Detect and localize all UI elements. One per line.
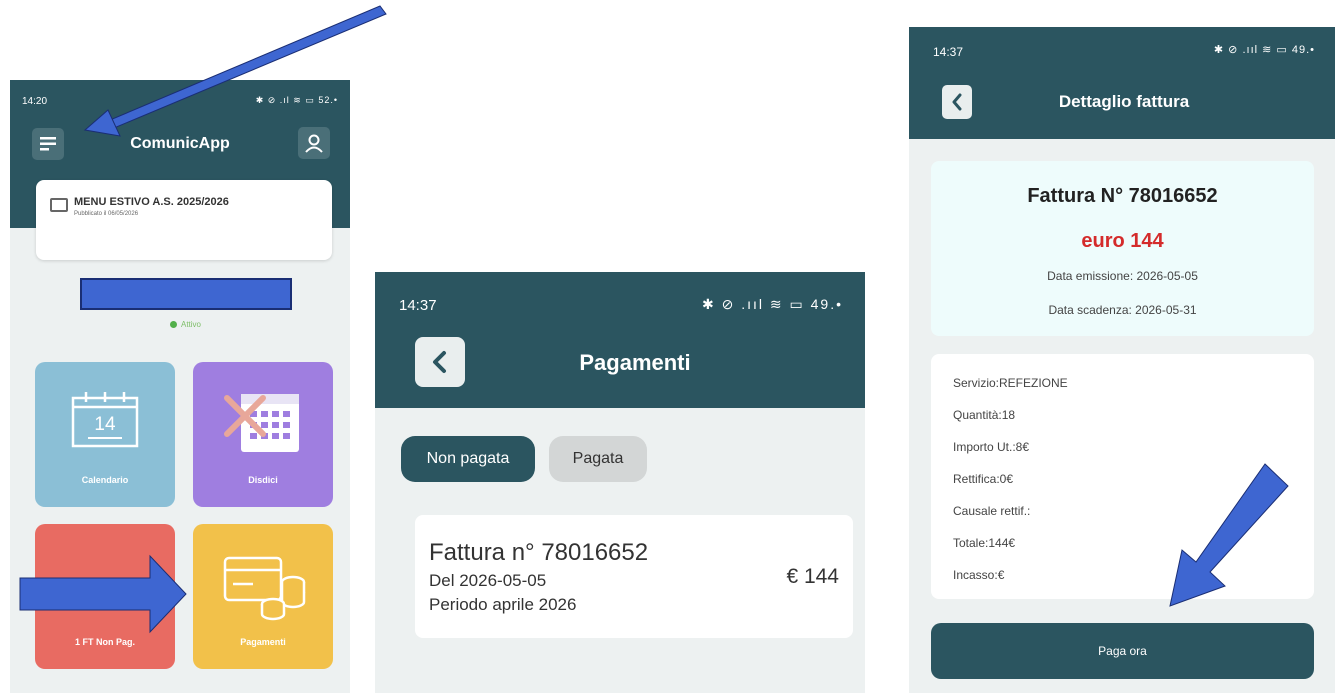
invoice-title: Fattura N° 78016652 — [1027, 185, 1218, 207]
tile-pagamenti[interactable]: Pagamenti — [193, 524, 333, 669]
news-card[interactable]: MENU ESTIVO A.S. 2025/2026 Pubblicato il… — [36, 180, 332, 260]
issue-date: Data emissione: 2026-05-05 — [1047, 269, 1198, 283]
tile-label: Calendario — [81, 475, 129, 485]
news-subtitle: Pubblicato il 06/05/2026 — [74, 211, 139, 217]
invoice-date: Del 2026-05-05 — [429, 571, 547, 590]
detail-totale: Totale:144€ — [953, 536, 1016, 550]
due-date: Data scadenza: 2026-05-31 — [1048, 303, 1197, 317]
status-icons: ✱ ⊘ .ıl ≋ ▭ 52.• — [255, 95, 338, 105]
detail-incasso: Incasso:€ — [953, 568, 1005, 582]
page-title: Dettaglio fattura — [1058, 92, 1190, 111]
cancel-calendar-icon — [224, 394, 299, 452]
calendar-day: 14 — [94, 414, 116, 435]
invoice-title: Fattura n° 78016652 — [429, 539, 649, 566]
status-label: Attivo — [181, 320, 202, 329]
invoice-details-card: Servizio:REFEZIONE Quantità:18 Importo U… — [931, 354, 1314, 599]
status-badge: Attivo — [170, 320, 201, 329]
invoice-detail-screen: 14:37 ✱ ⊘ .ııl ≋ ▭ 49.• Dettaglio fattur… — [909, 27, 1335, 693]
status-icons: ✱ ⊘ .ııl ≋ ▭ 49.• — [701, 296, 843, 312]
status-dot — [170, 321, 177, 328]
tile-label: Disdici — [248, 475, 278, 485]
detail-servizio: Servizio:REFEZIONE — [953, 376, 1068, 390]
status-time: 14:37 — [399, 297, 437, 314]
pay-now-button[interactable]: Paga ora — [931, 623, 1314, 679]
invoice-amount: euro 144 — [1081, 230, 1164, 252]
detail-causale: Causale rettif.: — [953, 504, 1031, 518]
status-icons: ✱ ⊘ .ııl ≋ ▭ 49.• — [1213, 44, 1315, 56]
tile-calendario[interactable]: 14 Calendario — [35, 362, 175, 507]
page-title: Pagamenti — [579, 350, 691, 375]
tile-label: 1 FT Non Pag. — [74, 637, 135, 647]
news-icon — [50, 198, 68, 212]
news-title: MENU ESTIVO A.S. 2025/2026 — [74, 196, 229, 208]
profile-button[interactable] — [298, 127, 330, 159]
redacted-name — [80, 278, 292, 310]
user-icon — [305, 134, 323, 153]
filter-paid-tab[interactable]: Pagata — [549, 436, 647, 482]
detail-importo: Importo Ut.:8€ — [953, 440, 1030, 454]
payment-icon — [223, 556, 306, 621]
invoice-period: Periodo aprile 2026 — [429, 595, 577, 614]
invoice-amount: € 144 — [786, 565, 839, 588]
invoice-card[interactable]: Fattura n° 78016652 Del 2026-05-05 Perio… — [415, 515, 853, 638]
tile-label: Pagamenti — [240, 637, 286, 647]
home-screen: 14:20 ✱ ⊘ .ıl ≋ ▭ 52.• ComunicApp MENU E… — [10, 80, 350, 693]
detail-rettifica: Rettifica:0€ — [953, 472, 1014, 486]
detail-quantita: Quantità:18 — [953, 408, 1016, 422]
tile-disdici[interactable]: Disdici — [193, 362, 333, 507]
payments-screen: 14:37 ✱ ⊘ .ııl ≋ ▭ 49.• Pagamenti Non pa… — [375, 272, 865, 693]
filter-unpaid-tab[interactable]: Non pagata — [401, 436, 535, 482]
status-time: 14:20 — [22, 96, 48, 107]
tile-non-pagate[interactable]: 1 FT Non Pag. — [35, 524, 175, 669]
status-time: 14:37 — [933, 45, 964, 59]
invoice-summary-card: Fattura N° 78016652 euro 144 Data emissi… — [931, 161, 1314, 336]
